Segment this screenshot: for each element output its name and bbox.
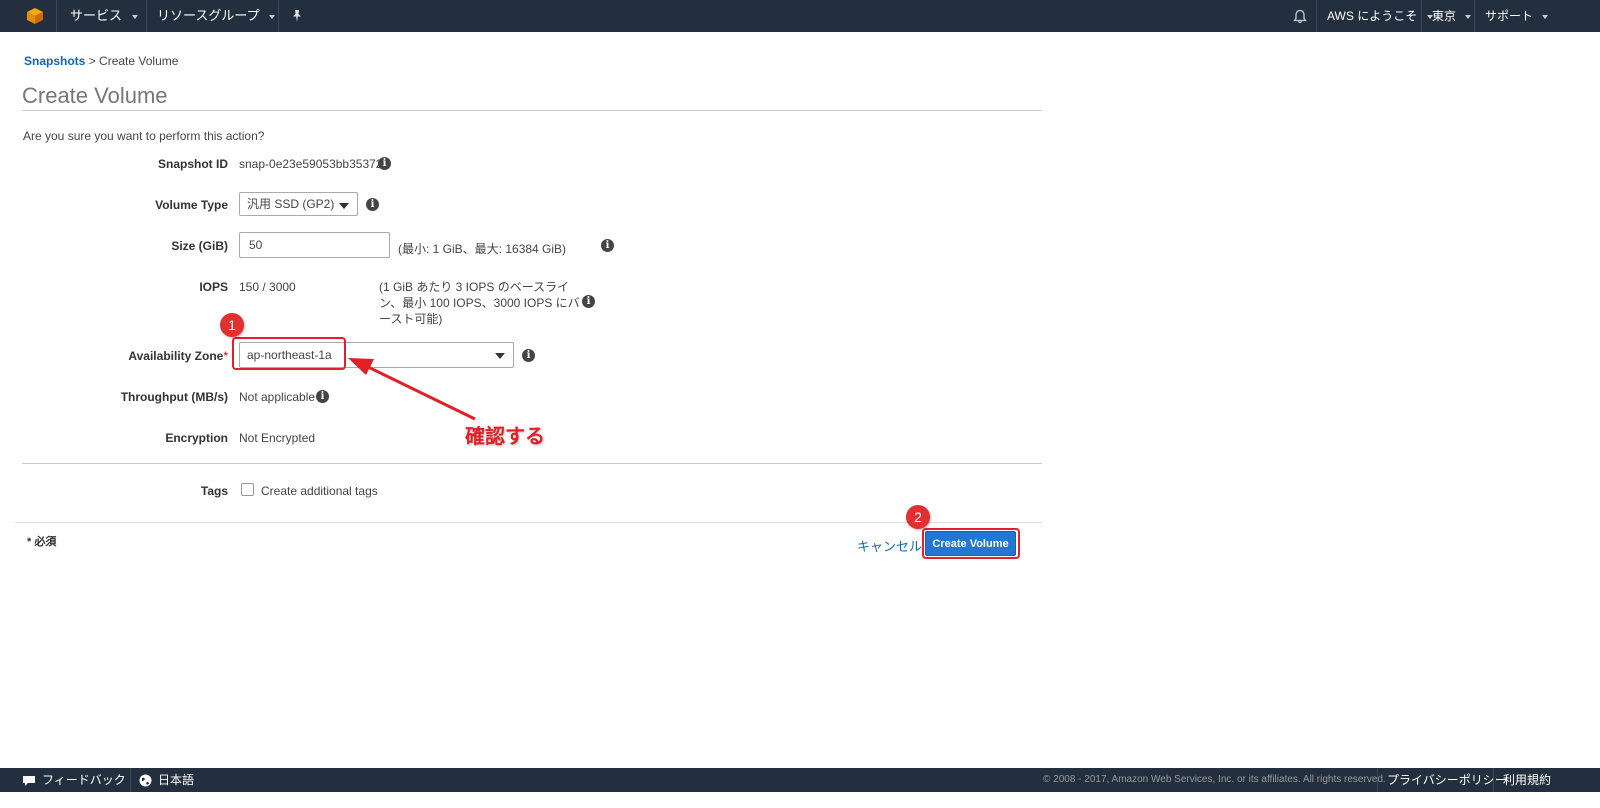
nav-separator (1316, 0, 1317, 32)
nav-separator (56, 0, 57, 32)
nav-separator (146, 0, 147, 32)
size-label: Size (GiB) (171, 239, 228, 253)
region-label: 東京 (1432, 9, 1457, 23)
nav-separator (278, 0, 279, 32)
feedback-link[interactable]: フィードバック (22, 768, 126, 792)
info-icon[interactable]: i (522, 349, 535, 362)
speech-bubble-icon (23, 775, 35, 786)
breadcrumb-separator: > (88, 54, 96, 68)
services-label: サービス (70, 8, 123, 23)
chevron-down-icon (131, 14, 138, 19)
footer-separator (130, 768, 131, 792)
breadcrumb-current: Create Volume (99, 54, 179, 68)
footer-separator (1377, 768, 1378, 792)
confirmation-question: Are you sure you want to perform this ac… (23, 129, 265, 143)
feedback-label: フィードバック (42, 773, 126, 787)
size-hint: (最小: 1 GiB、最大: 16384 GiB) (398, 242, 567, 256)
annotation-arrow-icon (348, 358, 476, 421)
section-divider (22, 463, 1042, 464)
nav-separator (1421, 0, 1422, 32)
page-title: Create Volume (22, 83, 168, 108)
create-tags-checkbox-label[interactable]: Create additional tags (261, 484, 378, 498)
title-divider (22, 110, 1042, 111)
iops-hint-line: (1 GiB あたり 3 IOPS のベースライ (379, 280, 570, 294)
welcome-label: AWS にようこそ (1327, 9, 1418, 23)
globe-icon (139, 774, 152, 787)
encryption-label: Encryption (165, 431, 228, 445)
account-menu[interactable]: AWS にようこそ (1327, 0, 1433, 32)
bell-icon[interactable] (1293, 9, 1307, 24)
create-tags-checkbox[interactable] (241, 483, 254, 496)
info-icon[interactable]: i (601, 239, 614, 252)
iops-hint: (1 GiB あたり 3 IOPS のベースライ ン、最小 100 IOPS、3… (379, 279, 580, 327)
annotation-badge-1: 1 (220, 313, 244, 337)
iops-label: IOPS (199, 280, 228, 294)
throughput-label: Throughput (MB/s) (120, 390, 228, 404)
top-nav-bar: サービス リソースグループ AWS にようこそ 東京 サポート (0, 0, 1600, 32)
pin-icon[interactable] (291, 9, 303, 23)
size-input[interactable]: 50 (239, 232, 390, 258)
footer-divider (15, 522, 1042, 523)
annotation-highlight-box (232, 337, 346, 370)
info-icon[interactable]: i (378, 157, 391, 170)
nav-separator (1474, 0, 1475, 32)
snapshot-id-label: Snapshot ID (157, 157, 228, 171)
info-icon[interactable]: i (582, 295, 595, 308)
services-menu[interactable]: サービス (70, 0, 138, 32)
chevron-down-icon (269, 14, 276, 19)
footer-separator (1493, 768, 1494, 792)
privacy-policy-link[interactable]: プライバシーポリシー (1387, 768, 1507, 792)
language-label: 日本語 (158, 773, 195, 787)
language-selector[interactable]: 日本語 (139, 768, 194, 792)
annotation-badge-2: 2 (906, 505, 930, 529)
info-icon[interactable]: i (366, 198, 379, 211)
info-icon[interactable]: i (316, 390, 329, 403)
resource-groups-label: リソースグループ (157, 8, 260, 23)
breadcrumb: Snapshots > Create Volume (24, 54, 178, 68)
copyright-text: © 2008 - 2017, Amazon Web Services, Inc.… (1043, 774, 1386, 785)
cancel-button[interactable]: キャンセル (857, 536, 922, 555)
availability-zone-label: Availability Zone* (28, 349, 228, 363)
dropdown-arrow-icon (495, 353, 505, 359)
required-note: * 必須 (27, 536, 57, 548)
iops-hint-line: ン、最小 100 IOPS、3000 IOPS にバ (379, 296, 580, 310)
region-menu[interactable]: 東京 (1432, 0, 1472, 32)
dropdown-arrow-icon (339, 203, 349, 209)
chevron-down-icon (1465, 14, 1472, 19)
volume-type-value: 汎用 SSD (GP2) (247, 197, 335, 211)
tags-label: Tags (200, 484, 228, 498)
throughput-value: Not applicable (239, 390, 316, 404)
iops-hint-line: ースト可能) (379, 312, 443, 326)
annotation-highlight-box (922, 528, 1020, 559)
aws-cube-logo-icon[interactable] (26, 7, 44, 25)
availability-zone-label-text: Availability Zone (128, 349, 224, 363)
support-label: サポート (1485, 9, 1534, 23)
iops-value: 150 / 3000 (239, 280, 296, 294)
bottom-footer-bar: フィードバック 日本語 © 2008 - 2017, Amazon Web Se… (0, 768, 1600, 792)
required-asterisk: * (223, 349, 228, 363)
volume-type-label: Volume Type (155, 198, 228, 212)
volume-type-select[interactable]: 汎用 SSD (GP2) (239, 192, 358, 216)
snapshot-id-value: snap-0e23e59053bb35372 (239, 157, 383, 171)
annotation-note: 確認する (465, 426, 545, 448)
breadcrumb-snapshots-link[interactable]: Snapshots (24, 54, 85, 68)
encryption-value: Not Encrypted (239, 431, 316, 445)
terms-link[interactable]: 利用規約 (1503, 768, 1551, 792)
chevron-down-icon (1542, 14, 1549, 19)
size-value: 50 (249, 238, 263, 252)
support-menu[interactable]: サポート (1485, 0, 1549, 32)
resource-groups-menu[interactable]: リソースグループ (157, 0, 276, 32)
